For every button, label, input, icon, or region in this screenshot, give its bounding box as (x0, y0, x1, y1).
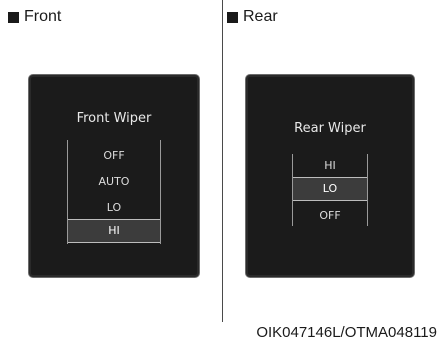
rear-wiper-option-list: HI LO OFF (292, 154, 368, 226)
rear-wiper-option-lo[interactable]: LO (293, 177, 367, 201)
rear-wiper-option-off[interactable]: OFF (293, 209, 367, 223)
square-bullet-icon (227, 11, 238, 23)
rear-header-label: Rear (243, 8, 278, 25)
front-header-label: Front (24, 8, 62, 25)
front-wiper-option-auto[interactable]: AUTO (68, 175, 160, 189)
vertical-divider (222, 0, 223, 322)
front-wiper-option-lo[interactable]: LO (68, 201, 160, 215)
square-bullet-icon (8, 11, 19, 23)
rear-wiper-option-hi[interactable]: HI (293, 159, 367, 173)
rear-wiper-title: Rear Wiper (294, 121, 366, 136)
front-wiper-option-off[interactable]: OFF (68, 149, 160, 163)
front-section-header: Front (8, 8, 61, 26)
front-wiper-option-list: OFF AUTO LO HI (67, 140, 161, 244)
front-wiper-option-hi[interactable]: HI (68, 219, 160, 243)
front-wiper-display: Front Wiper OFF AUTO LO HI (28, 74, 200, 278)
rear-section-header: Rear (227, 8, 278, 26)
figure-code: OIK047146L/OTMA048119 (256, 324, 437, 341)
rear-wiper-display: Rear Wiper HI LO OFF (245, 74, 415, 278)
front-wiper-title: Front Wiper (76, 111, 152, 126)
